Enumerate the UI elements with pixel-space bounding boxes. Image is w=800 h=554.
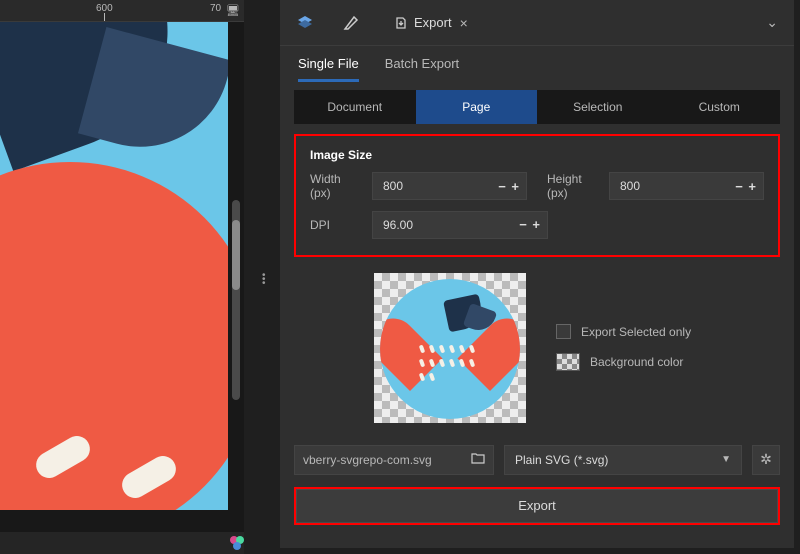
artwork-fruit <box>0 162 228 510</box>
folder-icon[interactable] <box>471 452 485 467</box>
layers-icon[interactable] <box>296 14 314 32</box>
gear-icon: ✲ <box>760 451 772 468</box>
format-value: Plain SVG (*.svg) <box>515 453 608 467</box>
height-value: 800 <box>620 179 735 193</box>
export-preview <box>374 273 526 423</box>
ruler-tick <box>104 13 105 21</box>
chevron-down-icon[interactable]: ⌄ <box>766 14 778 31</box>
canvas-pane: 600 70 🖥 <box>0 0 244 554</box>
width-value: 800 <box>383 179 498 193</box>
tab-batch-export[interactable]: Batch Export <box>385 56 459 82</box>
image-size-section: Image Size Width (px) 800 − + Height (px… <box>294 134 780 257</box>
filename-field[interactable]: vberry-svgrepo-com.svg <box>294 445 494 475</box>
dpi-stepper[interactable]: − + <box>519 217 541 232</box>
drawing-canvas[interactable] <box>0 22 228 510</box>
display-icon[interactable]: 🖥 <box>226 4 240 17</box>
artwork-leaf <box>78 27 228 167</box>
export-selected-label: Export Selected only <box>581 325 691 339</box>
checkbox-icon <box>556 324 571 339</box>
export-mode-tabs: Single File Batch Export <box>280 46 794 82</box>
format-select[interactable]: Plain SVG (*.svg) ▼ <box>504 445 742 475</box>
tab-selection[interactable]: Selection <box>537 90 659 124</box>
export-scope-tabs: Document Page Selection Custom <box>294 90 780 124</box>
ruler-horizontal: 600 70 🖥 <box>0 0 244 22</box>
dpi-label: DPI <box>310 218 352 232</box>
image-size-title: Image Size <box>310 148 764 162</box>
dock-tab-bar: Export × ⌄ <box>280 0 794 46</box>
close-icon[interactable]: × <box>460 15 468 31</box>
tab-export[interactable]: Export × <box>388 11 474 35</box>
export-icon <box>394 16 408 30</box>
height-label: Height (px) <box>547 172 589 201</box>
status-bar <box>0 532 244 554</box>
export-options: Export Selected only Background color <box>556 324 691 371</box>
color-swatch-icon <box>556 353 580 371</box>
panel-resize-handle[interactable]: ••• <box>262 274 266 286</box>
export-button-wrap: Export <box>294 487 780 525</box>
export-panel: Export × ⌄ Single File Batch Export Docu… <box>280 0 794 548</box>
scrollbar-thumb[interactable] <box>232 220 240 290</box>
tab-document[interactable]: Document <box>294 90 416 124</box>
width-stepper[interactable]: − + <box>498 179 520 194</box>
ruler-tick-label: 70 <box>210 3 221 14</box>
filename-value: vberry-svgrepo-com.svg <box>303 453 465 467</box>
canvas-scrollbar[interactable] <box>232 200 240 400</box>
fill-stroke-icon[interactable] <box>342 14 360 32</box>
width-input[interactable]: 800 − + <box>372 172 527 200</box>
width-label: Width (px) <box>310 172 352 201</box>
export-selected-checkbox[interactable]: Export Selected only <box>556 324 691 339</box>
tab-export-label: Export <box>414 15 452 30</box>
export-button[interactable]: Export <box>296 489 778 523</box>
dpi-value: 96.00 <box>383 218 519 232</box>
background-color-label: Background color <box>590 355 683 369</box>
height-stepper[interactable]: − + <box>735 179 757 194</box>
preview-row: Export Selected only Background color <box>294 273 780 423</box>
app-window: 600 70 🖥 ••• <box>0 0 800 554</box>
height-input[interactable]: 800 − + <box>609 172 764 200</box>
tab-custom[interactable]: Custom <box>659 90 781 124</box>
settings-button[interactable]: ✲ <box>752 445 780 475</box>
dpi-input[interactable]: 96.00 − + <box>372 211 548 239</box>
tab-page[interactable]: Page <box>416 90 538 124</box>
file-output-row: vberry-svgrepo-com.svg Plain SVG (*.svg)… <box>294 445 780 475</box>
color-picker-icon[interactable] <box>228 534 246 552</box>
preview-artwork <box>406 321 494 401</box>
tab-single-file[interactable]: Single File <box>298 56 359 82</box>
background-color-picker[interactable]: Background color <box>556 353 691 371</box>
chevron-down-icon: ▼ <box>721 454 731 465</box>
